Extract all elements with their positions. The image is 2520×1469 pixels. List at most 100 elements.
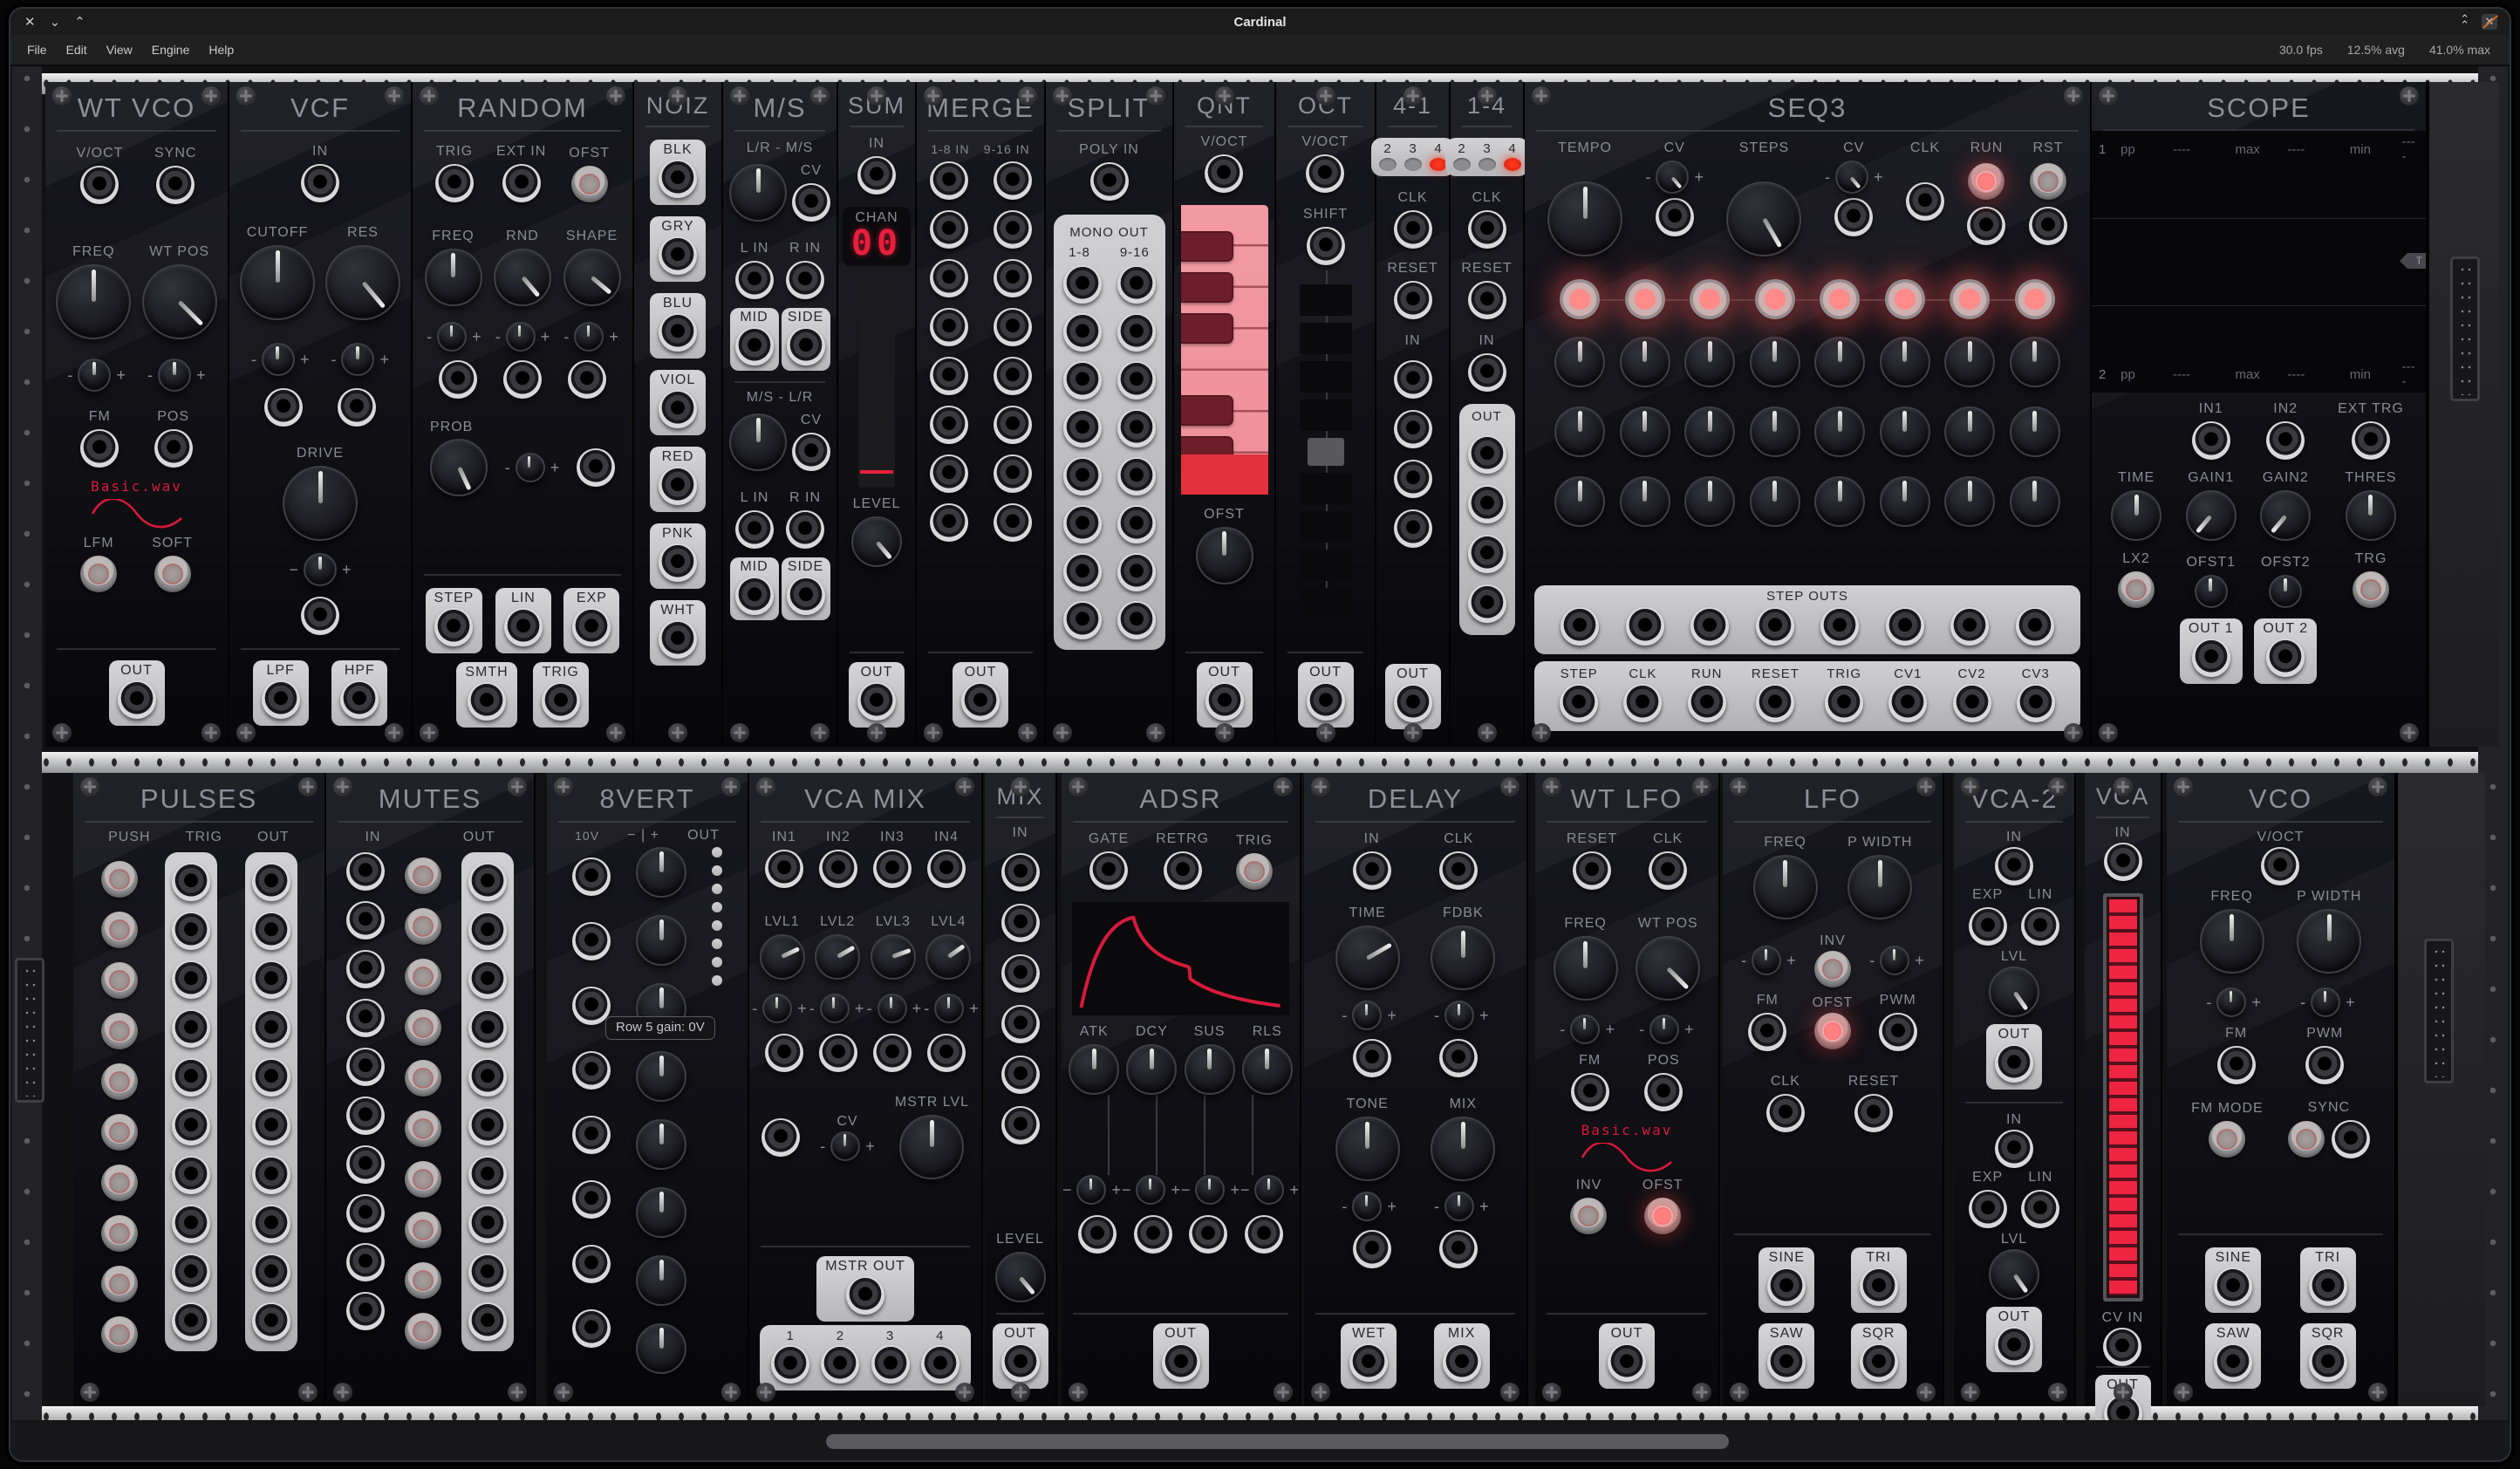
merge-in-jack[interactable] [930, 406, 968, 444]
merge-in-jack[interactable] [930, 259, 968, 297]
black-key[interactable] [1181, 231, 1233, 262]
fm-in-jack[interactable] [1571, 1073, 1609, 1111]
rls-knob[interactable] [1242, 1044, 1293, 1095]
tri-out-jack[interactable] [2309, 1267, 2347, 1306]
vert-in-jack[interactable] [572, 1051, 611, 1090]
saw-out-jack[interactable] [2214, 1343, 2252, 1382]
gate-7-button[interactable] [1950, 279, 1990, 319]
out-jack[interactable] [1307, 682, 1345, 721]
inv-led-button[interactable] [1814, 951, 1851, 987]
mix-out-jack[interactable] [1443, 1343, 1481, 1382]
cv3-step-knob[interactable] [1554, 476, 1605, 527]
mute-in-jack[interactable] [346, 1097, 385, 1135]
split-out-jack[interactable] [1063, 265, 1102, 304]
rls-cv-trim[interactable] [1254, 1175, 1284, 1205]
merge-in-jack[interactable] [930, 161, 968, 200]
merge-in-jack[interactable] [930, 308, 968, 346]
split-out-jack[interactable] [1117, 313, 1156, 352]
mute-in-jack[interactable] [346, 852, 385, 891]
cv2-step-knob[interactable] [1814, 407, 1865, 457]
step-3-led[interactable] [1404, 158, 1422, 171]
split-out-jack[interactable] [1063, 457, 1102, 495]
mix-in-jack[interactable] [1001, 954, 1040, 993]
wtpos-cv-trim[interactable] [1649, 1015, 1679, 1044]
time-knob[interactable] [2111, 490, 2161, 541]
merge-in-jack[interactable] [994, 406, 1032, 444]
out1-jack[interactable] [2192, 639, 2230, 677]
lrms-cv-jack[interactable] [792, 183, 830, 222]
soft-led-button[interactable] [154, 556, 191, 592]
vca2-exp-jack[interactable] [1969, 1190, 2007, 1228]
cv-in-jack[interactable] [2103, 1328, 2141, 1366]
step-out-jack[interactable] [1950, 607, 1989, 646]
mute-out-jack[interactable] [468, 1058, 507, 1097]
fdbk-knob[interactable] [1431, 926, 1495, 990]
vca1-out-jack[interactable] [1995, 1044, 2033, 1083]
vca2-in-jack[interactable] [1995, 1130, 2033, 1168]
gate-5-button[interactable] [1820, 279, 1860, 319]
freq-knob[interactable] [425, 249, 482, 306]
lvl4-cv-jack[interactable] [927, 1034, 966, 1072]
in-jack[interactable] [2104, 843, 2142, 881]
out-jack[interactable] [118, 680, 156, 719]
mute-out-jack[interactable] [468, 863, 507, 901]
level-meter[interactable] [2103, 893, 2143, 1302]
octave-step-selected[interactable] [1308, 438, 1344, 466]
mix-in-jack[interactable] [1001, 904, 1040, 942]
cv1-step-knob[interactable] [2010, 337, 2060, 387]
mute-in-jack[interactable] [346, 950, 385, 988]
wtpos-knob[interactable] [1636, 936, 1700, 1001]
sync-led-button[interactable] [2288, 1121, 2325, 1158]
gate-3-button[interactable] [1690, 279, 1730, 319]
tempo-cv-jack[interactable] [1656, 198, 1694, 236]
drive-cv-jack[interactable] [301, 597, 339, 635]
merge-in-jack[interactable] [994, 308, 1032, 346]
time-cv-jack[interactable] [1353, 1039, 1391, 1077]
mute-button[interactable] [405, 1009, 441, 1046]
vert-gain-knob[interactable] [636, 1119, 686, 1170]
out-4-jack[interactable] [1468, 584, 1506, 623]
wavetable-name[interactable]: Basic.wav [91, 478, 182, 495]
window-close-icon[interactable]: ✕ [24, 14, 36, 30]
mute-out-jack[interactable] [468, 1107, 507, 1145]
ch1-out-jack[interactable] [771, 1345, 809, 1384]
level-knob[interactable] [995, 1252, 1046, 1302]
cv1-out-jack[interactable] [1888, 684, 1927, 722]
pulse-out-jack[interactable] [252, 1058, 290, 1097]
cv1-step-knob[interactable] [1684, 337, 1735, 387]
push-button[interactable] [101, 962, 138, 999]
mute-button[interactable] [405, 1313, 441, 1349]
merge-in-jack[interactable] [930, 503, 968, 542]
ch2-out-jack[interactable] [821, 1345, 859, 1384]
wet-out-jack[interactable] [1349, 1343, 1388, 1382]
thres-knob[interactable] [2346, 490, 2396, 541]
cv2-step-knob[interactable] [1750, 407, 1800, 457]
mslr-gain-knob[interactable] [729, 413, 787, 471]
lvl2-knob[interactable] [815, 934, 860, 980]
mute-button[interactable] [405, 959, 441, 995]
menu-help[interactable]: Help [199, 39, 243, 60]
split-out-jack[interactable] [1117, 601, 1156, 639]
tri-out-jack[interactable] [1860, 1267, 1898, 1306]
in1-jack[interactable] [2192, 421, 2230, 460]
lrms-r-in-jack[interactable] [786, 261, 824, 299]
clk-in-jack[interactable] [1394, 210, 1432, 249]
split-out-jack[interactable] [1063, 601, 1102, 639]
lrms-mid-out-jack[interactable] [735, 327, 774, 366]
octave-step-button[interactable] [1300, 511, 1352, 543]
step-4-led-active[interactable] [1430, 158, 1447, 171]
vert-gain-knob[interactable] [636, 1187, 686, 1238]
octave-step-button[interactable] [1300, 588, 1352, 619]
in-2-jack[interactable] [1394, 410, 1432, 448]
trigger-marker[interactable]: T [2400, 253, 2426, 269]
step-gate-out-jack[interactable] [1560, 684, 1598, 722]
voct-in-jack[interactable] [1205, 154, 1243, 193]
trig-in-jack[interactable] [172, 1009, 210, 1048]
push-button[interactable] [101, 1063, 138, 1100]
in-1-jack[interactable] [1394, 360, 1432, 399]
trig-in-jack[interactable] [172, 960, 210, 999]
mix-knob[interactable] [1431, 1117, 1495, 1181]
freq-knob[interactable] [2200, 909, 2264, 974]
gain2-knob[interactable] [2260, 490, 2311, 541]
lrms-l-in-jack[interactable] [735, 261, 774, 299]
